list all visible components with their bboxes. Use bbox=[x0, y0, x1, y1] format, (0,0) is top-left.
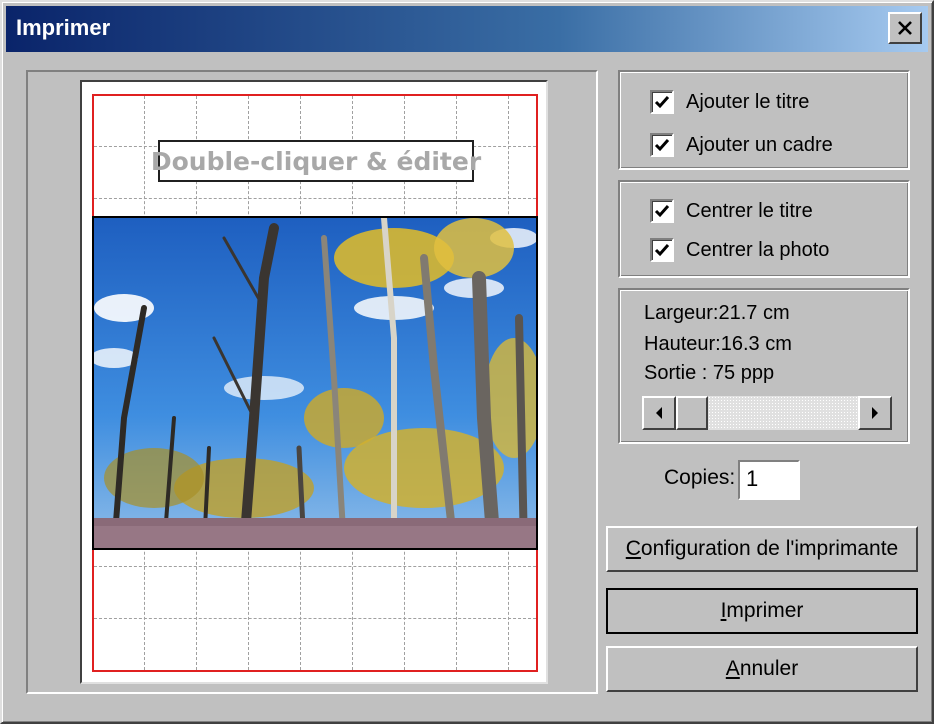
checkbox-label: Ajouter un cadre bbox=[686, 133, 833, 156]
print-button[interactable]: Imprimer bbox=[606, 588, 918, 634]
slider-thumb[interactable] bbox=[676, 396, 708, 430]
grid-line bbox=[94, 198, 536, 199]
close-icon bbox=[898, 21, 912, 35]
checkmark-icon bbox=[654, 96, 670, 109]
checkbox-label: Ajouter le titre bbox=[686, 90, 810, 113]
printer-setup-button[interactable]: Configuration de l'imprimante bbox=[606, 526, 918, 572]
copies-label: Copies: bbox=[664, 466, 736, 489]
print-margin: Double-cliquer & éditer bbox=[92, 94, 538, 672]
checkbox[interactable] bbox=[650, 238, 674, 262]
cancel-button[interactable]: Annuler bbox=[606, 646, 918, 692]
checkmark-icon bbox=[654, 244, 670, 257]
page-preview: Double-cliquer & éditer bbox=[80, 80, 548, 684]
checkbox-label: Centrer le titre bbox=[686, 199, 813, 222]
checkbox[interactable] bbox=[650, 90, 674, 114]
title-frame-group: Ajouter le titre Ajouter un cadre bbox=[618, 70, 910, 170]
title-edit-box[interactable]: Double-cliquer & éditer bbox=[151, 140, 481, 182]
checkbox-label: Centrer la photo bbox=[686, 238, 830, 261]
checkmark-icon bbox=[654, 205, 670, 218]
print-preview-panel: Double-cliquer & éditer bbox=[26, 70, 598, 694]
copies-input[interactable]: 1 bbox=[738, 460, 800, 500]
resolution-readout: Sortie : 75 ppp bbox=[644, 362, 775, 384]
width-readout: Largeur:21.7 cm bbox=[644, 302, 790, 324]
scroll-right-button[interactable] bbox=[858, 396, 892, 430]
height-readout: Hauteur:16.3 cm bbox=[644, 333, 792, 355]
title-bar[interactable]: Imprimer bbox=[6, 6, 928, 52]
button-label: onfiguration de l'imprimante bbox=[640, 537, 899, 560]
center-photo-checkbox[interactable]: Centrer la photo bbox=[650, 238, 829, 262]
resolution-slider[interactable] bbox=[642, 396, 892, 430]
photo-image bbox=[94, 218, 536, 548]
checkbox[interactable] bbox=[650, 199, 674, 223]
print-dialog: Imprimer Double-cliquer & éditer Ajouter… bbox=[0, 0, 934, 724]
photo-preview[interactable] bbox=[92, 216, 538, 550]
grid-line bbox=[94, 618, 536, 619]
window-title: Imprimer bbox=[16, 15, 111, 40]
mnemonic: A bbox=[725, 657, 740, 680]
add-title-checkbox[interactable]: Ajouter le titre bbox=[650, 90, 809, 114]
center-title-checkbox[interactable]: Centrer le titre bbox=[650, 199, 813, 223]
button-label: mprimer bbox=[726, 599, 804, 622]
grid-line bbox=[94, 566, 536, 567]
arrow-right-icon bbox=[872, 407, 878, 419]
dimensions-group: Largeur:21.7 cm Hauteur:16.3 cm Sortie :… bbox=[618, 288, 910, 444]
scroll-left-button[interactable] bbox=[642, 396, 676, 430]
arrow-left-icon bbox=[656, 407, 662, 419]
checkmark-icon bbox=[654, 139, 670, 152]
close-button[interactable] bbox=[888, 12, 922, 44]
mnemonic: C bbox=[625, 537, 641, 560]
centering-group: Centrer le titre Centrer la photo bbox=[618, 180, 910, 278]
button-label: nnuler bbox=[739, 657, 799, 680]
checkbox[interactable] bbox=[650, 133, 674, 157]
add-frame-checkbox[interactable]: Ajouter un cadre bbox=[650, 133, 833, 157]
